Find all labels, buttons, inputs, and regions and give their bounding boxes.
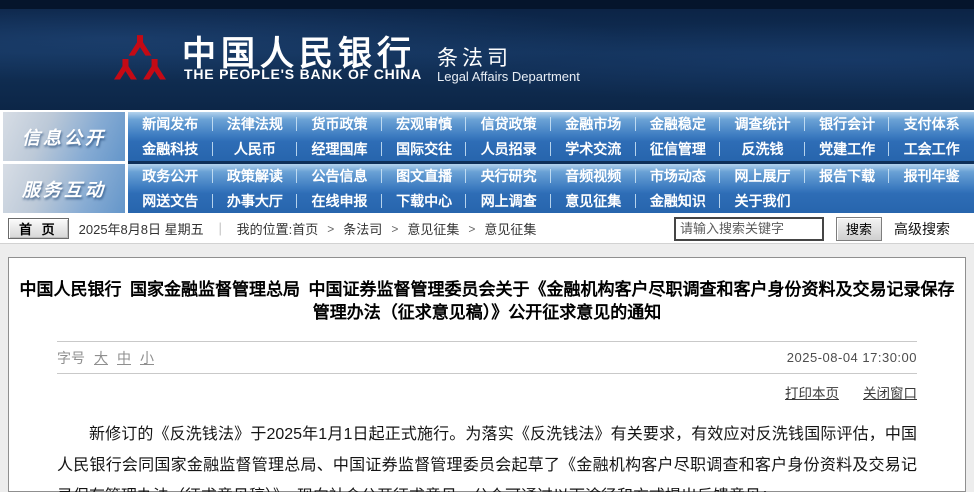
breadcrumb-link[interactable]: 意见征集: [484, 219, 536, 238]
nav-item[interactable]: 央行研究: [466, 164, 551, 189]
nav-item[interactable]: 网上展厅: [720, 164, 805, 189]
nav-item[interactable]: 在线申报: [297, 189, 382, 214]
article-box: 中国人民银行 国家金融监督管理总局 中国证券监督管理委员会关于《金融机构客户尽职…: [8, 257, 966, 492]
breadcrumb-separator: >: [391, 222, 398, 236]
pboc-logo-icon: [114, 24, 166, 92]
font-size-large-link[interactable]: 大: [94, 348, 108, 368]
nav-tab-info-disclosure[interactable]: 信息公开: [3, 112, 125, 161]
bank-name-en: THE PEOPLE'S BANK OF CHINA: [184, 66, 422, 82]
nav-item[interactable]: 意见征集: [551, 189, 636, 214]
nav-empty-cell: [805, 189, 974, 214]
article-meta-row: 字号 大 中 小 2025-08-04 17:30:00: [57, 341, 917, 374]
nav-item[interactable]: 音频视频: [551, 164, 636, 189]
breadcrumb-separator: >: [327, 222, 334, 236]
nav-item[interactable]: 金融市场: [551, 112, 636, 137]
font-size-control: 字号 大 中 小: [57, 348, 154, 368]
nav-item[interactable]: 市场动态: [636, 164, 721, 189]
breadcrumb-link[interactable]: 条法司: [343, 219, 382, 238]
nav-menu-info-disclosure: 新闻发布 法律法规 货币政策 宏观审慎 信贷政策 金融市场 金融稳定 调查统计 …: [128, 112, 974, 161]
nav-item[interactable]: 征信管理: [636, 137, 721, 162]
article-body: 新修订的《反洗钱法》于2025年1月1日起正式施行。为落实《反洗钱法》有关要求，…: [57, 419, 917, 492]
nav-row: 政务公开 政策解读 公告信息 图文直播 央行研究 音频视频 市场动态 网上展厅 …: [128, 164, 974, 189]
print-page-link[interactable]: 打印本页: [785, 382, 839, 402]
nav-item[interactable]: 银行会计: [805, 112, 890, 137]
article-actions-row: 打印本页 关闭窗口: [57, 374, 917, 410]
content-area: 中国人民银行 国家金融监督管理总局 中国证券监督管理委员会关于《金融机构客户尽职…: [0, 244, 974, 492]
nav-item[interactable]: 关于我们: [720, 189, 805, 214]
nav-item[interactable]: 政策解读: [213, 164, 298, 189]
breadcrumb-link[interactable]: 意见征集: [407, 219, 459, 238]
nav-band-info-disclosure: 信息公开 新闻发布 法律法规 货币政策 宏观审慎 信贷政策 金融市场 金融稳定 …: [0, 112, 974, 161]
bank-logo-link[interactable]: 中国人民银行 THE PEOPLE'S BANK OF CHINA 条法司 Le…: [0, 0, 600, 110]
nav-item[interactable]: 国际交往: [382, 137, 467, 162]
main-navigation: 信息公开 新闻发布 法律法规 货币政策 宏观审慎 信贷政策 金融市场 金融稳定 …: [0, 110, 974, 214]
font-size-small-link[interactable]: 小: [140, 348, 154, 368]
nav-row: 新闻发布 法律法规 货币政策 宏观审慎 信贷政策 金融市场 金融稳定 调查统计 …: [128, 112, 974, 137]
nav-item[interactable]: 货币政策: [297, 112, 382, 137]
nav-item[interactable]: 报告下载: [805, 164, 890, 189]
nav-item[interactable]: 金融科技: [128, 137, 213, 162]
breadcrumb-separator: >: [468, 222, 475, 236]
nav-item[interactable]: 工会工作: [889, 137, 974, 162]
close-window-link[interactable]: 关闭窗口: [863, 382, 917, 402]
nav-item[interactable]: 图文直播: [382, 164, 467, 189]
current-date: 2025年8月8日 星期五: [79, 219, 204, 238]
location-label: 我的位置:: [237, 219, 293, 238]
nav-item[interactable]: 宏观审慎: [382, 112, 467, 137]
nav-item[interactable]: 金融稳定: [636, 112, 721, 137]
advanced-search-link[interactable]: 高级搜索: [894, 219, 950, 239]
nav-item[interactable]: 办事大厅: [213, 189, 298, 214]
nav-item[interactable]: 报刊年鉴: [889, 164, 974, 189]
nav-item[interactable]: 法律法规: [213, 112, 298, 137]
nav-item[interactable]: 新闻发布: [128, 112, 213, 137]
nav-item[interactable]: 反洗钱: [720, 137, 805, 162]
nav-item[interactable]: 党建工作: [805, 137, 890, 162]
nav-item[interactable]: 信贷政策: [466, 112, 551, 137]
nav-menu-service-interaction: 政务公开 政策解读 公告信息 图文直播 央行研究 音频视频 市场动态 网上展厅 …: [128, 161, 974, 213]
page: 中国人民银行 THE PEOPLE'S BANK OF CHINA 条法司 Le…: [0, 0, 974, 492]
breadcrumb-bar: 首 页 2025年8月8日 星期五 ｜ 我的位置: 首页 > 条法司 > 意见征…: [0, 214, 974, 244]
nav-item[interactable]: 金融知识: [636, 189, 721, 214]
home-button[interactable]: 首 页: [8, 218, 69, 239]
nav-item[interactable]: 下载中心: [382, 189, 467, 214]
article-title: 中国人民银行 国家金融监督管理总局 中国证券监督管理委员会关于《金融机构客户尽职…: [17, 278, 957, 324]
nav-item[interactable]: 网上调查: [466, 189, 551, 214]
divider: ｜: [214, 219, 227, 238]
nav-row: 网送文告 办事大厅 在线申报 下载中心 网上调查 意见征集 金融知识 关于我们: [128, 189, 974, 214]
nav-item[interactable]: 人民币: [213, 137, 298, 162]
publish-datetime: 2025-08-04 17:30:00: [787, 350, 917, 365]
font-size-label: 字号: [57, 348, 85, 368]
nav-tab-service-interaction[interactable]: 服务互动: [3, 161, 125, 213]
nav-item[interactable]: 支付体系: [889, 112, 974, 137]
nav-item[interactable]: 政务公开: [128, 164, 213, 189]
department-name-cn: 条法司: [437, 42, 512, 72]
breadcrumb-link[interactable]: 首页: [292, 219, 318, 238]
font-size-medium-link[interactable]: 中: [117, 348, 131, 368]
search-input[interactable]: [674, 217, 824, 241]
search-button[interactable]: 搜索: [836, 217, 882, 241]
nav-item[interactable]: 网送文告: [128, 189, 213, 214]
nav-item[interactable]: 调查统计: [720, 112, 805, 137]
nav-item[interactable]: 学术交流: [551, 137, 636, 162]
nav-item[interactable]: 经理国库: [297, 137, 382, 162]
nav-row: 金融科技 人民币 经理国库 国际交往 人员招录 学术交流 征信管理 反洗钱 党建…: [128, 137, 974, 162]
site-banner: 中国人民银行 THE PEOPLE'S BANK OF CHINA 条法司 Le…: [0, 0, 974, 110]
nav-item[interactable]: 人员招录: [466, 137, 551, 162]
department-name-en: Legal Affairs Department: [437, 69, 580, 84]
nav-item[interactable]: 公告信息: [297, 164, 382, 189]
nav-band-service-interaction: 服务互动 政务公开 政策解读 公告信息 图文直播 央行研究 音频视频 市场动态 …: [0, 161, 974, 213]
